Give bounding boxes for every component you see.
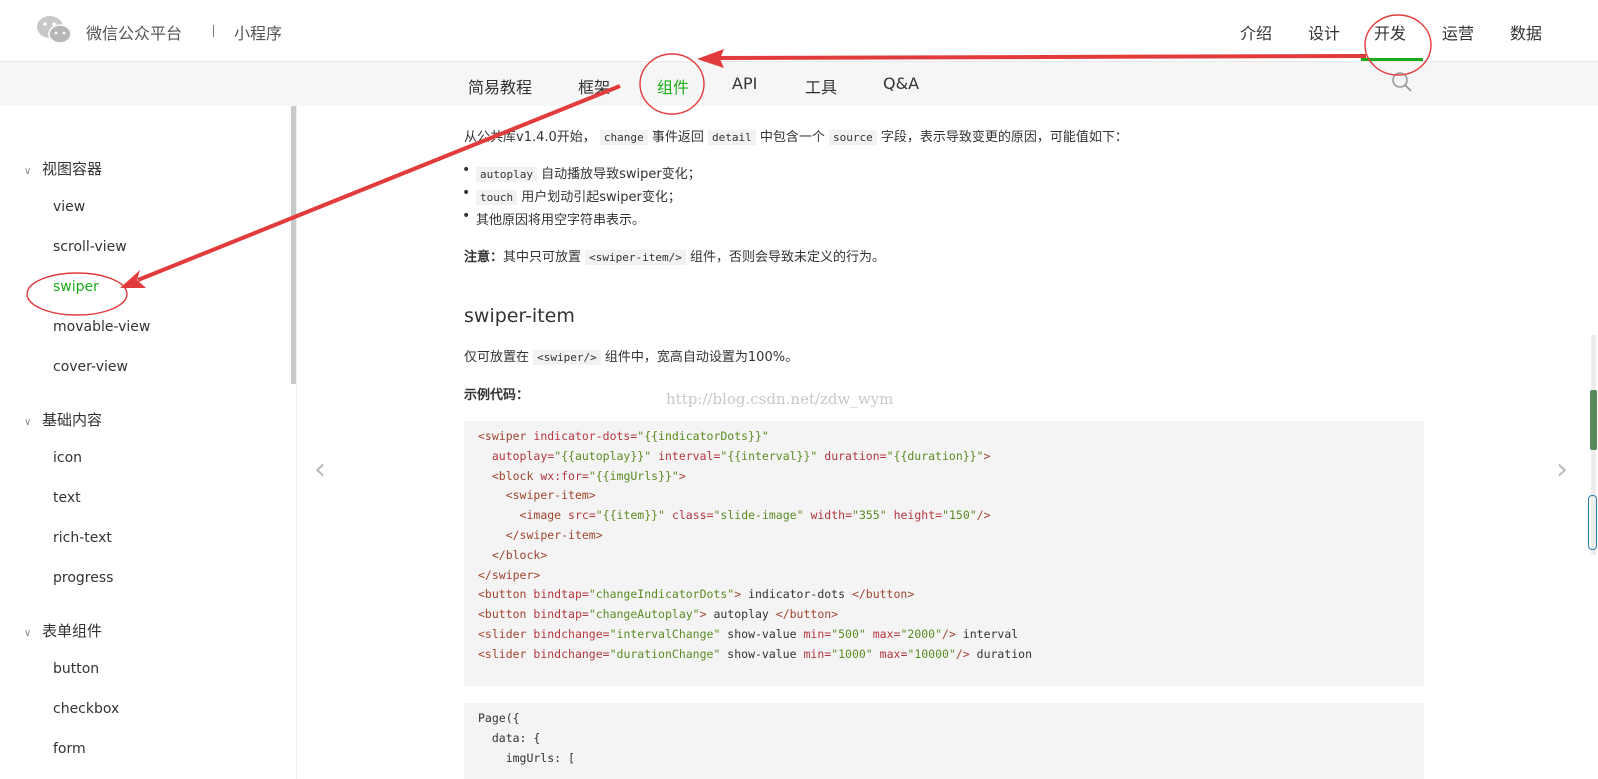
code-line: <slider bindchange="intervalChange" show… [478, 627, 1019, 641]
example-code-label: 示例代码： [464, 388, 530, 403]
code-block-js[interactable]: Page({ data: { imgUrls: [ [464, 703, 1424, 779]
sidebar-group-label: 基础内容 [42, 411, 103, 429]
nav-design[interactable]: 设计 [1308, 20, 1340, 44]
list-item: 其他原因将用空字符串表示。 [462, 208, 645, 228]
swiper-item-description: 仅可放置在 <swiper/> 组件中，宽高自动设置为100%。 [464, 350, 799, 365]
sidebar-group-basic-content[interactable]: ∨ 基础内容 [24, 409, 102, 430]
code-line: imgUrls: [ [478, 750, 575, 765]
wechat-logo-icon [37, 16, 72, 44]
note-paragraph: 注意：其中只可放置 <swiper-item/> 组件，否则会导致未定义的行为。 [464, 250, 886, 265]
sub-navigation: 简易教程 框架 组件 API 工具 Q&A [0, 62, 1598, 106]
sidebar-group-view-container[interactable]: ∨ 视图容器 [24, 158, 102, 179]
page-scroll-knob[interactable] [1588, 495, 1597, 550]
code-line: <button bindtap="changeIndicatorDots"> i… [478, 587, 915, 602]
code-line: <button bindtap="changeAutoplay"> autopl… [478, 607, 839, 622]
code-line: </block> [491, 547, 548, 562]
top-header: 微信公众平台 小程序 介绍 设计 开发 运营 数据 [0, 0, 1598, 62]
code-line: <slider bindchange="durationChange" show… [478, 646, 1033, 661]
intro-paragraph: 从公共库v1.4.0开始， change 事件返回 detail 中包含一个 s… [464, 130, 1128, 145]
code-line: <swiper-item> [505, 488, 596, 503]
sidebar-item-text[interactable]: text [53, 490, 81, 506]
sidebar-item-button[interactable]: button [53, 661, 99, 677]
sidebar-group-label: 视图容器 [42, 160, 103, 178]
list-item: autoplay 自动播放导致swiper变化； [462, 162, 701, 182]
code-line: </swiper> [478, 567, 541, 582]
code-line: <image src="{{item}}" class="slide-image… [519, 508, 991, 523]
page-scrollbar-thumb[interactable] [1590, 390, 1597, 450]
sidebar-item-checkbox[interactable]: checkbox [53, 701, 119, 717]
chevron-down-icon: ∨ [24, 628, 32, 639]
tab-components[interactable]: 组件 [657, 74, 689, 98]
chevron-right-icon[interactable]: › [1556, 452, 1568, 487]
code-line: data: { [478, 730, 541, 745]
sidebar-item-movable-view[interactable]: movable-view [53, 319, 150, 335]
chevron-down-icon: ∨ [24, 166, 32, 177]
nav-develop[interactable]: 开发 [1374, 20, 1406, 44]
code-line: <swiper indicator-dots="{{indicatorDots}… [478, 429, 769, 443]
sidebar-group-form[interactable]: ∨ 表单组件 [24, 620, 102, 641]
chevron-left-icon[interactable]: ‹ [314, 452, 326, 487]
code-line: autoplay="{{autoplay}}" interval="{{inte… [491, 448, 991, 463]
nav-data[interactable]: 数据 [1510, 20, 1542, 44]
tab-tools[interactable]: 工具 [805, 74, 837, 98]
brand-subtitle[interactable]: 小程序 [234, 20, 282, 44]
code-block-wxml[interactable]: <swiper indicator-dots="{{indicatorDots}… [464, 421, 1424, 686]
tab-qa[interactable]: Q&A [883, 74, 919, 93]
sidebar-group-label: 表单组件 [42, 622, 103, 640]
watermark: http://blog.csdn.net/zdw_wym [666, 390, 894, 408]
list-item: touch 用户划动引起swiper变化； [462, 185, 681, 205]
sidebar-item-cover-view[interactable]: cover-view [53, 359, 128, 375]
sidebar-item-rich-text[interactable]: rich-text [53, 530, 112, 546]
sidebar-item-scroll-view[interactable]: scroll-view [53, 239, 127, 255]
brand-title[interactable]: 微信公众平台 [86, 20, 182, 44]
tab-api[interactable]: API [732, 74, 757, 93]
nav-operate[interactable]: 运营 [1442, 20, 1474, 44]
sidebar-item-progress[interactable]: progress [53, 570, 113, 586]
tab-framework[interactable]: 框架 [578, 74, 610, 98]
tab-tutorial[interactable]: 简易教程 [468, 74, 532, 98]
nav-intro[interactable]: 介绍 [1240, 20, 1272, 44]
code-line: </swiper-item> [505, 528, 603, 542]
section-heading-swiper-item: swiper-item [464, 305, 575, 327]
sidebar-item-view[interactable]: view [53, 199, 85, 215]
brand-divider [213, 25, 214, 37]
code-line: Page({ [478, 711, 520, 725]
sidebar-item-swiper[interactable]: swiper [53, 279, 99, 295]
sidebar-item-icon[interactable]: icon [53, 450, 82, 466]
active-nav-indicator [1361, 58, 1423, 61]
sidebar-scrollbar[interactable] [291, 106, 296, 384]
search-icon[interactable] [1390, 70, 1414, 94]
chevron-down-icon: ∨ [24, 417, 32, 428]
sidebar [0, 106, 297, 779]
code-line: <block wx:for="{{imgUrls}}"> [491, 468, 686, 483]
sidebar-item-form[interactable]: form [53, 741, 86, 757]
